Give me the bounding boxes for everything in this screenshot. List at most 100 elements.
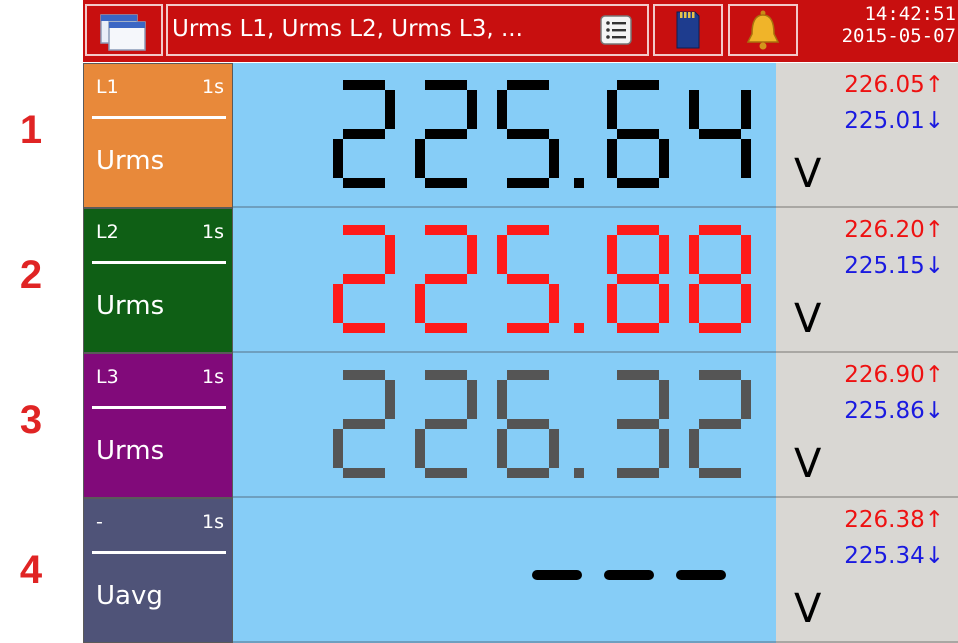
segment-f: [607, 90, 617, 129]
segment-d: [343, 323, 385, 333]
label-divider: [92, 551, 226, 554]
dash-mark: [604, 570, 654, 580]
digit-2: [333, 80, 395, 188]
interval-label: 1s: [202, 366, 224, 388]
row-number-3: 3: [19, 398, 43, 442]
parameters-label: Urms L1, Urms L2, Urms L3, ...: [172, 16, 523, 42]
segment-a: [617, 80, 659, 90]
segment-a: [617, 370, 659, 380]
interval-label: 1s: [202, 511, 224, 533]
digit-2: [415, 80, 477, 188]
row-number-2: 2: [19, 253, 43, 297]
row-label-box[interactable]: L3 1s Urms: [83, 353, 233, 498]
interval-label: 1s: [202, 221, 224, 243]
segment-e: [333, 429, 343, 468]
value-display: [233, 353, 776, 498]
dash-mark: [532, 570, 582, 580]
quantity-label: Urms: [96, 436, 165, 466]
measurement-row-3[interactable]: L3 1s Urms 226.90↑ 225.86↓ V: [83, 353, 958, 498]
windows-button[interactable]: [85, 4, 163, 56]
segment-g: [617, 129, 659, 139]
segment-g: [343, 419, 385, 429]
segment-d: [617, 468, 659, 478]
segment-a: [699, 370, 741, 380]
segment-d: [617, 178, 659, 188]
segment-b: [467, 235, 477, 274]
clock-date: 2015-05-07: [841, 25, 956, 47]
sd-card-button[interactable]: [653, 4, 723, 56]
segment-d: [425, 323, 467, 333]
max-value: 226.20↑: [844, 217, 944, 243]
segment-a: [507, 370, 549, 380]
segment-b: [385, 90, 395, 129]
digit-6: [497, 370, 559, 478]
segment-d: [425, 178, 467, 188]
segment-e: [497, 429, 507, 468]
segment-g: [343, 274, 385, 284]
label-divider: [92, 261, 226, 264]
digit-2: [333, 370, 395, 478]
segment-g: [425, 274, 467, 284]
segment-g: [617, 419, 659, 429]
row-label-box[interactable]: - 1s Uavg: [83, 498, 233, 643]
clock-time: 14:42:51: [864, 3, 956, 25]
segment-a: [343, 80, 385, 90]
segment-a: [617, 225, 659, 235]
seven-segment-value: [333, 80, 751, 188]
value-display: [233, 208, 776, 353]
list-icon[interactable]: [600, 15, 632, 45]
channel-label: L1: [96, 76, 119, 98]
segment-c: [741, 284, 751, 323]
windows-icon: [100, 14, 146, 51]
unit-label: V: [794, 296, 822, 342]
row-number-1: 1: [19, 108, 43, 152]
segment-a: [507, 80, 549, 90]
measurement-row-2[interactable]: L2 1s Urms 226.20↑ 225.15↓ V: [83, 208, 958, 353]
parameters-button[interactable]: Urms L1, Urms L2, Urms L3, ...: [166, 4, 649, 56]
min-max-panel: 226.05↑ 225.01↓ V: [776, 63, 958, 208]
decimal-point: [574, 323, 584, 333]
value-display: [233, 63, 776, 208]
segment-a: [699, 225, 741, 235]
segment-a: [343, 370, 385, 380]
measurement-row-4[interactable]: - 1s Uavg 226.38↑ 225.34↓ V: [83, 498, 958, 643]
segment-c: [659, 139, 669, 178]
segment-d: [507, 178, 549, 188]
segment-b: [659, 380, 669, 419]
value-display: [233, 498, 776, 643]
min-max-panel: 226.20↑ 225.15↓ V: [776, 208, 958, 353]
seven-segment-value: [333, 225, 751, 333]
seven-segment-value: [333, 370, 751, 478]
row-label-box[interactable]: L2 1s Urms: [83, 208, 233, 353]
segment-d: [699, 468, 741, 478]
segment-a: [425, 225, 467, 235]
segment-g: [425, 419, 467, 429]
sd-card-icon: [676, 11, 700, 49]
digit-5: [497, 80, 559, 188]
segment-c: [549, 284, 559, 323]
segment-f: [497, 380, 507, 419]
segment-d: [699, 323, 741, 333]
segment-g: [425, 129, 467, 139]
label-divider: [92, 406, 226, 409]
max-value: 226.90↑: [844, 362, 944, 388]
decimal-point: [574, 178, 584, 188]
segment-g: [343, 129, 385, 139]
digit-2: [333, 225, 395, 333]
unit-label: V: [794, 151, 822, 197]
segment-b: [659, 235, 669, 274]
quantity-label: Urms: [96, 146, 165, 176]
segment-c: [659, 429, 669, 468]
digit-2: [689, 370, 751, 478]
row-number-4: 4: [19, 548, 43, 592]
alarm-button[interactable]: [728, 4, 798, 56]
segment-b: [741, 235, 751, 274]
segment-f: [689, 235, 699, 274]
measurement-row-1[interactable]: L1 1s Urms 226.05↑ 225.01↓ V: [83, 63, 958, 208]
segment-e: [415, 429, 425, 468]
bell-icon: [746, 10, 780, 50]
quantity-label: Uavg: [96, 581, 163, 611]
row-label-box[interactable]: L1 1s Urms: [83, 63, 233, 208]
segment-f: [497, 90, 507, 129]
segment-e: [689, 429, 699, 468]
